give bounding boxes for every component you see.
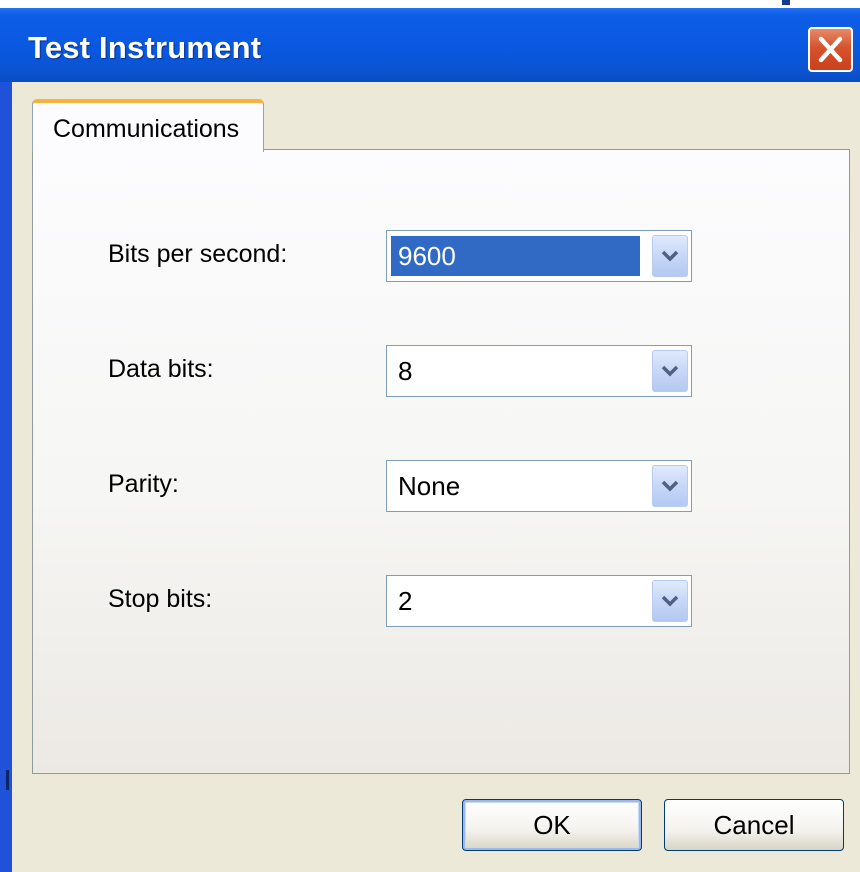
parity-label: Parity: [108,470,179,498]
data-bits-value: 8 [398,356,413,386]
parity-select[interactable]: None [386,460,692,512]
tab-panel: Bits per second: 9600 Data bits: 8 Parit… [32,149,850,774]
title-bar[interactable]: Test Instrument [0,0,860,82]
dropdown-button[interactable] [652,465,688,507]
stop-bits-value: 2 [398,586,413,616]
dropdown-button[interactable] [652,350,688,392]
chevron-down-icon [661,480,679,492]
dialog-window: Test Instrument Communications Bits per … [0,0,860,872]
parity-value: None [398,471,461,501]
tab-communications[interactable]: Communications [32,99,264,152]
close-icon [818,36,843,63]
frame-mark [6,770,9,790]
window-title: Test Instrument [28,30,262,65]
dialog-body: Communications Bits per second: 9600 Dat… [12,82,860,872]
chevron-down-icon [661,595,679,607]
top-edge-mark [782,0,790,5]
stop-bits-select[interactable]: 2 [386,575,692,627]
close-button[interactable] [808,27,853,72]
bits-per-second-select[interactable]: 9600 [386,230,692,282]
data-bits-select[interactable]: 8 [386,345,692,397]
cancel-button[interactable]: Cancel [664,799,844,851]
data-bits-label: Data bits: [108,355,214,383]
top-edge [0,0,860,8]
bits-per-second-label: Bits per second: [108,240,288,268]
ok-button[interactable]: OK [462,799,642,851]
chevron-down-icon [661,250,679,262]
stop-bits-label: Stop bits: [108,585,213,613]
dropdown-button[interactable] [652,580,688,622]
chevron-down-icon [661,365,679,377]
dropdown-button[interactable] [652,235,688,277]
bits-per-second-value: 9600 [391,236,640,276]
tab-label: Communications [53,115,240,143]
